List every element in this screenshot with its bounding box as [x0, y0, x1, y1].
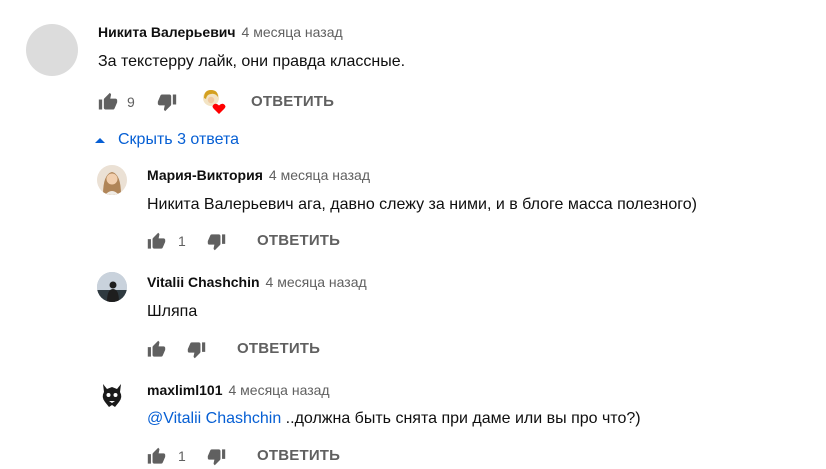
hide-replies-label: Скрыть 3 ответа [118, 131, 240, 148]
like-button[interactable] [98, 90, 118, 114]
comment-header: Мария-Виктория 4 месяца назад [147, 166, 370, 184]
thumb-up-icon [147, 340, 166, 357]
reply-comment: Vitalii Chashchin 4 месяца назад Шляпа ОТ… [0, 260, 826, 370]
author-name[interactable]: maxliml101 [147, 382, 223, 398]
thumb-up-icon [147, 447, 166, 464]
comment-header: maxliml101 4 месяца назад [147, 381, 330, 399]
thumb-down-icon [207, 233, 226, 250]
avatar-image [102, 384, 122, 407]
like-count: 9 [127, 94, 135, 110]
thumb-down-icon [157, 94, 177, 112]
avatar[interactable] [26, 24, 78, 76]
avatar[interactable] [97, 165, 127, 195]
comment-actions: 9 ОТВЕТИТЬ [98, 90, 358, 114]
comment-time[interactable]: 4 месяца назад [266, 274, 367, 290]
comment-text: За текстерру лайк, они правда классные. [98, 53, 406, 70]
comment-header: Никита Валерьевич 4 месяца назад [98, 23, 343, 41]
comment-header: Vitalii Chashchin 4 месяца назад [147, 273, 367, 291]
like-button[interactable] [147, 337, 166, 361]
author-name[interactable]: Никита Валерьевич [98, 24, 236, 40]
dislike-button[interactable] [207, 229, 226, 253]
comment-text: Никита Валерьевич ага, давно слежу за ни… [147, 196, 697, 213]
thumb-up-icon [98, 92, 118, 110]
reply-button[interactable]: ОТВЕТИТЬ [257, 231, 340, 251]
creator-heart-icon [203, 90, 226, 114]
comment-time[interactable]: 4 месяца назад [269, 167, 370, 183]
main-comment: Никита Валерьевич 4 месяца назад За текст… [0, 0, 826, 125]
avatar-image [97, 165, 127, 195]
dislike-button[interactable] [157, 90, 177, 114]
comment-time[interactable]: 4 месяца назад [242, 24, 343, 40]
reply-button[interactable]: ОТВЕТИТЬ [257, 446, 340, 466]
like-count: 1 [178, 233, 186, 249]
reply-comment: maxliml101 4 месяца назад @Vitalii Chashc… [0, 370, 826, 469]
reply-button[interactable]: ОТВЕТИТЬ [237, 339, 320, 359]
thumb-down-icon [207, 448, 226, 465]
hide-replies-toggle[interactable]: Скрыть 3 ответа [94, 129, 239, 151]
like-count: 1 [178, 448, 186, 464]
like-button[interactable] [147, 229, 166, 253]
reply-button[interactable]: ОТВЕТИТЬ [251, 92, 334, 112]
comment-actions: 1 ОТВЕТИТЬ [147, 444, 367, 468]
avatar[interactable] [97, 380, 127, 410]
mention-link[interactable]: @Vitalii Chashchin [147, 410, 281, 427]
comment-text: Шляпа [147, 303, 198, 320]
thumb-up-icon [147, 232, 166, 249]
comment-text-body: ..должна быть снята при даме или вы про … [281, 410, 641, 427]
reply-comment: Мария-Виктория 4 месяца назад Никита Вале… [0, 155, 826, 260]
author-name[interactable]: Мария-Виктория [147, 167, 263, 183]
comment-time[interactable]: 4 месяца назад [229, 382, 330, 398]
collapse-arrow-icon [95, 138, 105, 143]
avatar-image [97, 272, 127, 302]
creator-heart [201, 90, 227, 114]
dislike-button[interactable] [187, 337, 206, 361]
thumb-down-icon [187, 341, 206, 358]
like-button[interactable] [147, 444, 166, 468]
dislike-button[interactable] [207, 444, 226, 468]
avatar[interactable] [97, 272, 127, 302]
comment-actions: 1 ОТВЕТИТЬ [147, 229, 367, 253]
comment-text: @Vitalii Chashchin ..должна быть снята п… [147, 408, 641, 430]
comment-actions: ОТВЕТИТЬ [147, 337, 347, 361]
author-name[interactable]: Vitalii Chashchin [147, 274, 260, 290]
